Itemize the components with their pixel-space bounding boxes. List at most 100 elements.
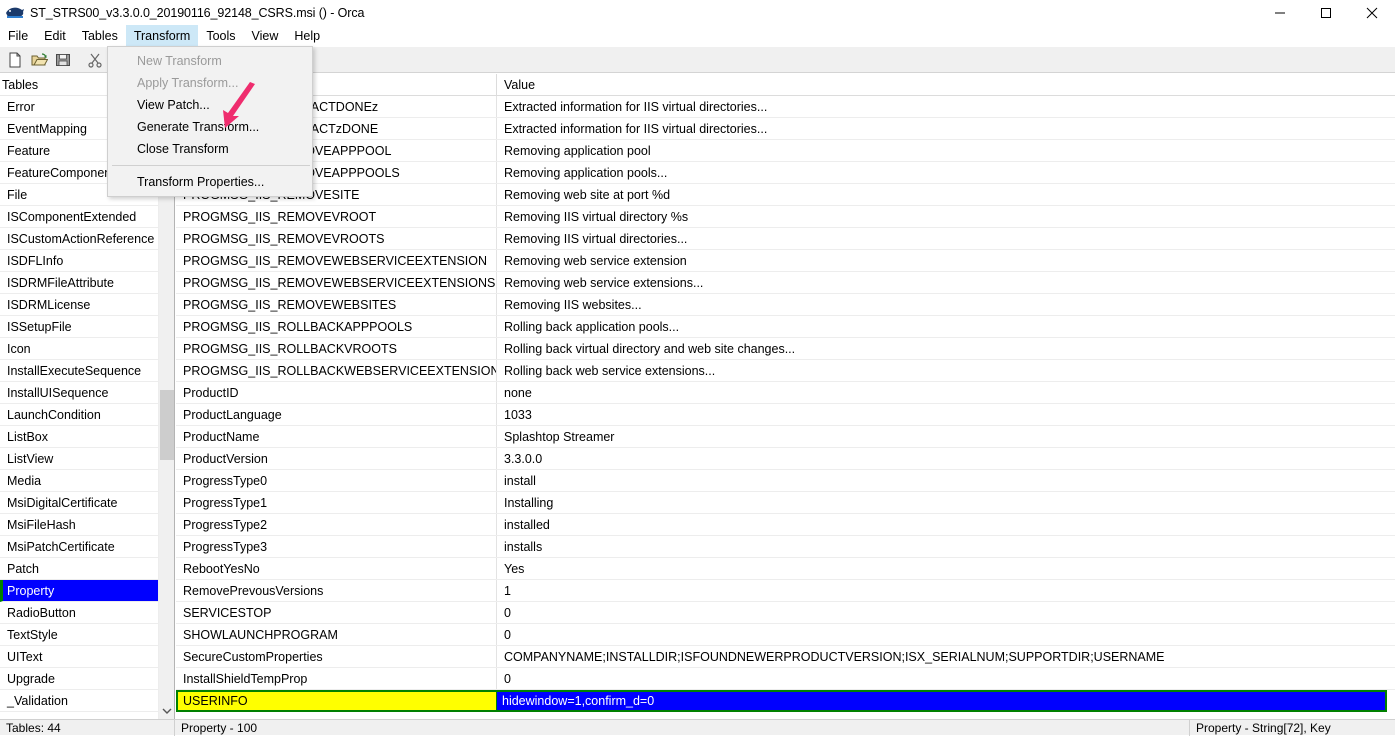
cell-value[interactable]: Extracted information for IIS virtual di… [497,118,1387,139]
grid-row[interactable]: PROGMSG_IIS_ROLLBACKVROOTS Rolling back v… [176,338,1395,360]
table-list-item[interactable]: MsiFileHash [0,514,174,536]
close-button[interactable] [1349,0,1395,25]
menu-item-generate-transform[interactable]: Generate Transform... [108,116,312,138]
table-list-item[interactable]: Patch [0,558,174,580]
grid-row[interactable]: ProgressType3 installs [176,536,1395,558]
cell-property[interactable]: ProductName [176,426,497,447]
grid-body[interactable]: PROGMSG_IIS_EXTRACTDONEzExtracted inform… [176,96,1395,712]
grid-row[interactable]: PROGMSG_IIS_REMOVESITERemoving web site … [176,184,1395,206]
grid-row[interactable]: RebootYesNo Yes [176,558,1395,580]
cell-property[interactable]: PROGMSG_IIS_ROLLBACKAPPPOOLS [176,316,497,337]
menu-transform[interactable]: Transform [125,25,199,47]
cell-value[interactable]: Rolling back virtual directory and web s… [497,338,1387,359]
table-list-item[interactable]: InstallUISequence [0,382,174,404]
cell-property[interactable]: ProductID [176,382,497,403]
cell-value[interactable]: Removing IIS virtual directories... [497,228,1387,249]
cell-value[interactable]: 0 [497,668,1387,689]
table-list-item[interactable]: ListView [0,448,174,470]
cell-value[interactable]: Removing IIS websites... [497,294,1387,315]
grid-row[interactable]: PROGMSG_IIS_REMOVEWEBSITES Removing IIS w… [176,294,1395,316]
menu-item-view-patch[interactable]: View Patch... [108,94,312,116]
cell-property[interactable]: PROGMSG_IIS_REMOVEVROOT [176,206,497,227]
grid-row[interactable]: PROGMSG_IIS_REMOVEWEBSERVICEEXTENSION Rem… [176,250,1395,272]
table-list-item[interactable]: MsiDigitalCertificate [0,492,174,514]
new-icon[interactable] [3,48,27,71]
cell-property[interactable]: SHOWLAUNCHPROGRAM [176,624,497,645]
cell-value[interactable]: install [497,470,1387,491]
cell-value[interactable]: 0 [497,602,1387,623]
cell-value[interactable]: Removing IIS virtual directory %s [497,206,1387,227]
cell-value[interactable]: Installing [497,492,1387,513]
tables-scrollbar-thumb[interactable] [160,390,174,460]
cell-property[interactable]: PROGMSG_IIS_REMOVEWEBSITES [176,294,497,315]
grid-row[interactable]: PROGMSG_IIS_REMOVEVROOTS Removing IIS vir… [176,228,1395,250]
cell-value[interactable]: COMPANYNAME;INSTALLDIR;ISFOUNDNEWERPRODU… [497,646,1387,667]
grid-row[interactable]: ProgressType0 install [176,470,1395,492]
grid-row[interactable]: PROGMSG_IIS_REMOVEAPPPOOLRemoving applic… [176,140,1395,162]
cell-value[interactable]: 3.3.0.0 [497,448,1387,469]
grid-row[interactable]: RemovePrevousVersions 1 [176,580,1395,602]
grid-row[interactable]: SERVICESTOP 0 [176,602,1395,624]
table-list-item[interactable]: ListBox [0,426,174,448]
cell-value[interactable]: 1033 [497,404,1387,425]
cell-value[interactable]: 0 [497,624,1387,645]
cell-property[interactable]: SERVICESTOP [176,602,497,623]
grid-row[interactable]: SecureCustomProperties COMPANYNAME;INSTAL… [176,646,1395,668]
scroll-down-icon[interactable] [159,702,174,719]
table-list-item[interactable]: TextStyle [0,624,174,646]
cell-property[interactable]: RebootYesNo [176,558,497,579]
table-list-item[interactable]: Icon [0,338,174,360]
open-folder-icon[interactable] [27,48,51,71]
column-header-value[interactable]: Value [497,74,1377,95]
cell-property[interactable]: PROGMSG_IIS_REMOVEWEBSERVICEEXTENSION [176,250,497,271]
grid-row[interactable]: PROGMSG_IIS_EXTRACTzDONEExtracted inform… [176,118,1395,140]
table-list-item[interactable]: MsiPatchCertificate [0,536,174,558]
grid-row[interactable]: InstallShieldTempProp 0 [176,668,1395,690]
table-list-item[interactable]: ISDRMFileAttribute [0,272,174,294]
cell-property[interactable]: ProgressType0 [176,470,497,491]
table-list-item[interactable]: ISCustomActionReference [0,228,174,250]
grid-row-selected[interactable]: USERINFO hidewindow=1,confirm_d=0 [176,690,1395,712]
grid-row[interactable]: ProgressType2 installed [176,514,1395,536]
table-list-item[interactable]: ISDFLInfo [0,250,174,272]
table-list-item[interactable]: Upgrade [0,668,174,690]
table-list-item[interactable]: LaunchCondition [0,404,174,426]
cell-value[interactable]: Removing application pool [497,140,1387,161]
grid-row[interactable]: ProductVersion 3.3.0.0 [176,448,1395,470]
maximize-button[interactable] [1303,0,1349,25]
cell-value[interactable]: Removing web service extension [497,250,1387,271]
cell-value[interactable]: Splashtop Streamer [497,426,1387,447]
grid-row[interactable]: ProgressType1 Installing [176,492,1395,514]
cell-value[interactable]: Removing web service extensions... [497,272,1387,293]
cell-property[interactable]: ProgressType1 [176,492,497,513]
cell-property[interactable]: RemovePrevousVersions [176,580,497,601]
cell-value[interactable]: Removing application pools... [497,162,1387,183]
table-list-item[interactable]: ISDRMLicense [0,294,174,316]
menu-file[interactable]: File [0,25,36,47]
grid-row[interactable]: ProductID none [176,382,1395,404]
cell-property[interactable]: PROGMSG_IIS_ROLLBACKWEBSERVICEEXTENSIONS [176,360,497,381]
table-list-item[interactable]: ISComponentExtended [0,206,174,228]
table-list-item[interactable]: _Validation [0,690,174,712]
menu-view[interactable]: View [244,25,287,47]
menu-tables[interactable]: Tables [74,25,126,47]
grid-row[interactable]: PROGMSG_IIS_REMOVEAPPPOOLSRemoving appli… [176,162,1395,184]
menu-help[interactable]: Help [286,25,328,47]
cell-property[interactable]: ProgressType3 [176,536,497,557]
menu-edit[interactable]: Edit [36,25,74,47]
cell-value[interactable]: Yes [497,558,1387,579]
cell-value[interactable]: installs [497,536,1387,557]
cell-property[interactable]: USERINFO [176,690,497,712]
cell-property[interactable]: ProductLanguage [176,404,497,425]
cell-value[interactable]: Rolling back application pools... [497,316,1387,337]
cell-value[interactable]: hidewindow=1,confirm_d=0 [497,690,1387,712]
minimize-button[interactable] [1257,0,1303,25]
save-icon[interactable] [51,48,75,71]
table-list-item[interactable]: Media [0,470,174,492]
table-list-item-selected[interactable]: Property [0,580,174,602]
grid-row[interactable]: PROGMSG_IIS_ROLLBACKWEBSERVICEEXTENSIONS… [176,360,1395,382]
cell-property[interactable]: ProgressType2 [176,514,497,535]
grid-row[interactable]: ProductLanguage 1033 [176,404,1395,426]
grid-row[interactable]: PROGMSG_IIS_REMOVEVROOT Removing IIS virt… [176,206,1395,228]
menu-item-close-transform[interactable]: Close Transform [108,138,312,160]
